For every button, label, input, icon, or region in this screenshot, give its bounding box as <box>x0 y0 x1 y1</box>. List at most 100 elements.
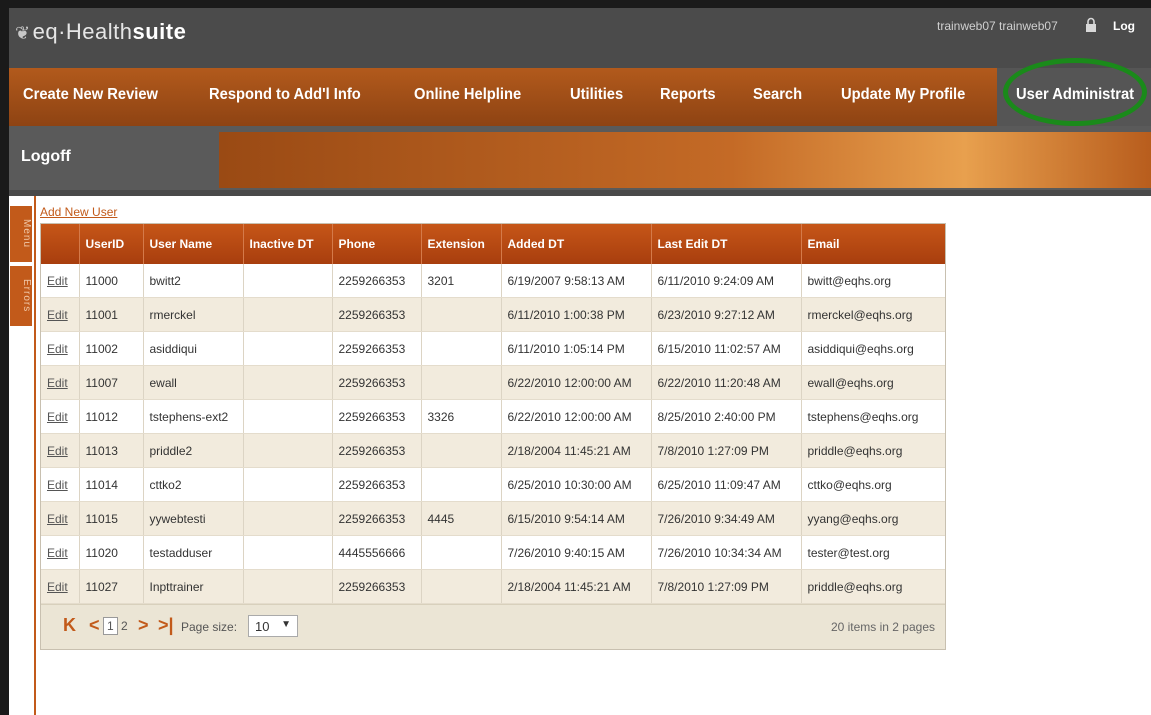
added-cell: 6/11/2010 1:05:14 PM <box>500 331 651 366</box>
extension-cell <box>420 569 501 604</box>
lock-icon <box>1086 17 1096 32</box>
inactive-cell <box>242 399 332 434</box>
username-cell: tstephens-ext2 <box>142 399 243 434</box>
phone-cell: 2259266353 <box>331 365 421 400</box>
prev-page-button[interactable]: < <box>89 615 100 636</box>
edit-cell: Edit <box>41 365 79 400</box>
table-row: Edit 11027 Inpttrainer 2259266353 2/18/2… <box>41 569 945 604</box>
edit-cell: Edit <box>41 501 79 536</box>
userid-cell: 11007 <box>78 365 143 400</box>
edit-link[interactable]: Edit <box>47 410 68 424</box>
nav-online-helpline[interactable]: Online Helpline <box>414 86 521 104</box>
nav-create-new-review[interactable]: Create New Review <box>23 86 158 104</box>
side-tab-errors[interactable]: Errors <box>10 266 32 326</box>
logoff-link-top[interactable]: Log <box>1113 19 1135 33</box>
nav-reports[interactable]: Reports <box>660 86 716 104</box>
window-frame-left <box>0 0 9 715</box>
users-table: UserID User Name Inactive DT Phone Exten… <box>41 224 945 604</box>
lastedit-cell: 6/15/2010 11:02:57 AM <box>650 331 801 366</box>
inactive-cell <box>242 467 332 502</box>
col-userid[interactable]: UserID <box>78 224 143 264</box>
edit-link[interactable]: Edit <box>47 274 68 288</box>
page-1-link[interactable]: 1 <box>103 617 118 635</box>
lastedit-cell: 7/26/2010 9:34:49 AM <box>650 501 801 536</box>
col-phone[interactable]: Phone <box>331 224 421 264</box>
nav-respond-addl-info[interactable]: Respond to Add'l Info <box>209 86 361 104</box>
pager: K < 1 2 > >| Page size: 10 ▼ 20 items in… <box>41 604 945 649</box>
app-logo: ❦eq·Healthsuite <box>15 19 186 45</box>
add-new-user-link[interactable]: Add New User <box>40 205 117 219</box>
col-added-dt[interactable]: Added DT <box>500 224 651 264</box>
edit-link[interactable]: Edit <box>47 376 68 390</box>
email-cell: yyang@eqhs.org <box>800 501 945 536</box>
lastedit-cell: 6/25/2010 11:09:47 AM <box>650 467 801 502</box>
header-row: UserID User Name Inactive DT Phone Exten… <box>41 224 945 264</box>
col-extension[interactable]: Extension <box>420 224 501 264</box>
username-cell: ewall <box>142 365 243 400</box>
edit-link[interactable]: Edit <box>47 342 68 356</box>
table-row: Edit 11007 ewall 2259266353 6/22/2010 12… <box>41 365 945 400</box>
leaf-icon: ❦ <box>15 23 31 43</box>
email-cell: tstephens@eqhs.org <box>800 399 945 434</box>
lastedit-cell: 7/8/2010 1:27:09 PM <box>650 433 801 468</box>
lastedit-cell: 8/25/2010 2:40:00 PM <box>650 399 801 434</box>
username-cell: yywebtesti <box>142 501 243 536</box>
email-cell: priddle@eqhs.org <box>800 569 945 604</box>
first-page-button[interactable]: K <box>63 615 76 636</box>
edit-link[interactable]: Edit <box>47 444 68 458</box>
phone-cell: 2259266353 <box>331 467 421 502</box>
inactive-cell <box>242 365 332 400</box>
col-edit <box>41 224 79 264</box>
logoff-link[interactable]: Logoff <box>21 148 71 166</box>
userid-cell: 11015 <box>78 501 143 536</box>
added-cell: 7/26/2010 9:40:15 AM <box>500 535 651 570</box>
phone-cell: 2259266353 <box>331 297 421 332</box>
email-cell: ewall@eqhs.org <box>800 365 945 400</box>
userid-cell: 11002 <box>78 331 143 366</box>
side-tab-menu[interactable]: Menu <box>10 206 32 262</box>
edit-link[interactable]: Edit <box>47 512 68 526</box>
edit-link[interactable]: Edit <box>47 580 68 594</box>
email-cell: priddle@eqhs.org <box>800 433 945 468</box>
edit-link[interactable]: Edit <box>47 308 68 322</box>
userid-cell: 11001 <box>78 297 143 332</box>
col-last-edit-dt[interactable]: Last Edit DT <box>650 224 801 264</box>
table-row: Edit 11001 rmerckel 2259266353 6/11/2010… <box>41 297 945 332</box>
edit-link[interactable]: Edit <box>47 478 68 492</box>
page-size-select[interactable]: 10 ▼ <box>248 615 298 637</box>
lastedit-cell: 6/22/2010 11:20:48 AM <box>650 365 801 400</box>
table-row: Edit 11015 yywebtesti 2259266353 4445 6/… <box>41 501 945 536</box>
col-email[interactable]: Email <box>800 224 945 264</box>
phone-cell: 2259266353 <box>331 264 421 298</box>
inactive-cell <box>242 297 332 332</box>
window-frame-top <box>0 0 1151 8</box>
col-inactive-dt[interactable]: Inactive DT <box>242 224 332 264</box>
content-rule <box>34 196 36 715</box>
last-page-button[interactable]: >| <box>158 615 174 636</box>
edit-cell: Edit <box>41 331 79 366</box>
added-cell: 6/19/2007 9:58:13 AM <box>500 264 651 298</box>
nav-update-my-profile[interactable]: Update My Profile <box>841 86 965 104</box>
added-cell: 2/18/2004 11:45:21 AM <box>500 433 651 468</box>
edit-link[interactable]: Edit <box>47 546 68 560</box>
extension-cell: 3326 <box>420 399 501 434</box>
added-cell: 6/25/2010 10:30:00 AM <box>500 467 651 502</box>
username-cell: priddle2 <box>142 433 243 468</box>
phone-cell: 2259266353 <box>331 331 421 366</box>
added-cell: 6/11/2010 1:00:38 PM <box>500 297 651 332</box>
subnav-bar <box>219 132 1151 188</box>
nav-search[interactable]: Search <box>753 86 802 104</box>
users-grid: UserID User Name Inactive DT Phone Exten… <box>40 223 946 650</box>
table-row: Edit 11012 tstephens-ext2 2259266353 332… <box>41 399 945 434</box>
page-2-link[interactable]: 2 <box>121 619 128 633</box>
extension-cell: 4445 <box>420 501 501 536</box>
next-page-button[interactable]: > <box>138 615 149 636</box>
nav-utilities[interactable]: Utilities <box>570 86 623 104</box>
col-username[interactable]: User Name <box>142 224 243 264</box>
table-row: Edit 11014 cttko2 2259266353 6/25/2010 1… <box>41 467 945 502</box>
user-info: trainweb07 trainweb07 <box>937 19 1058 33</box>
userid-cell: 11014 <box>78 467 143 502</box>
table-row: Edit 11000 bwitt2 2259266353 3201 6/19/2… <box>41 264 945 298</box>
phone-cell: 2259266353 <box>331 569 421 604</box>
username-cell: rmerckel <box>142 297 243 332</box>
